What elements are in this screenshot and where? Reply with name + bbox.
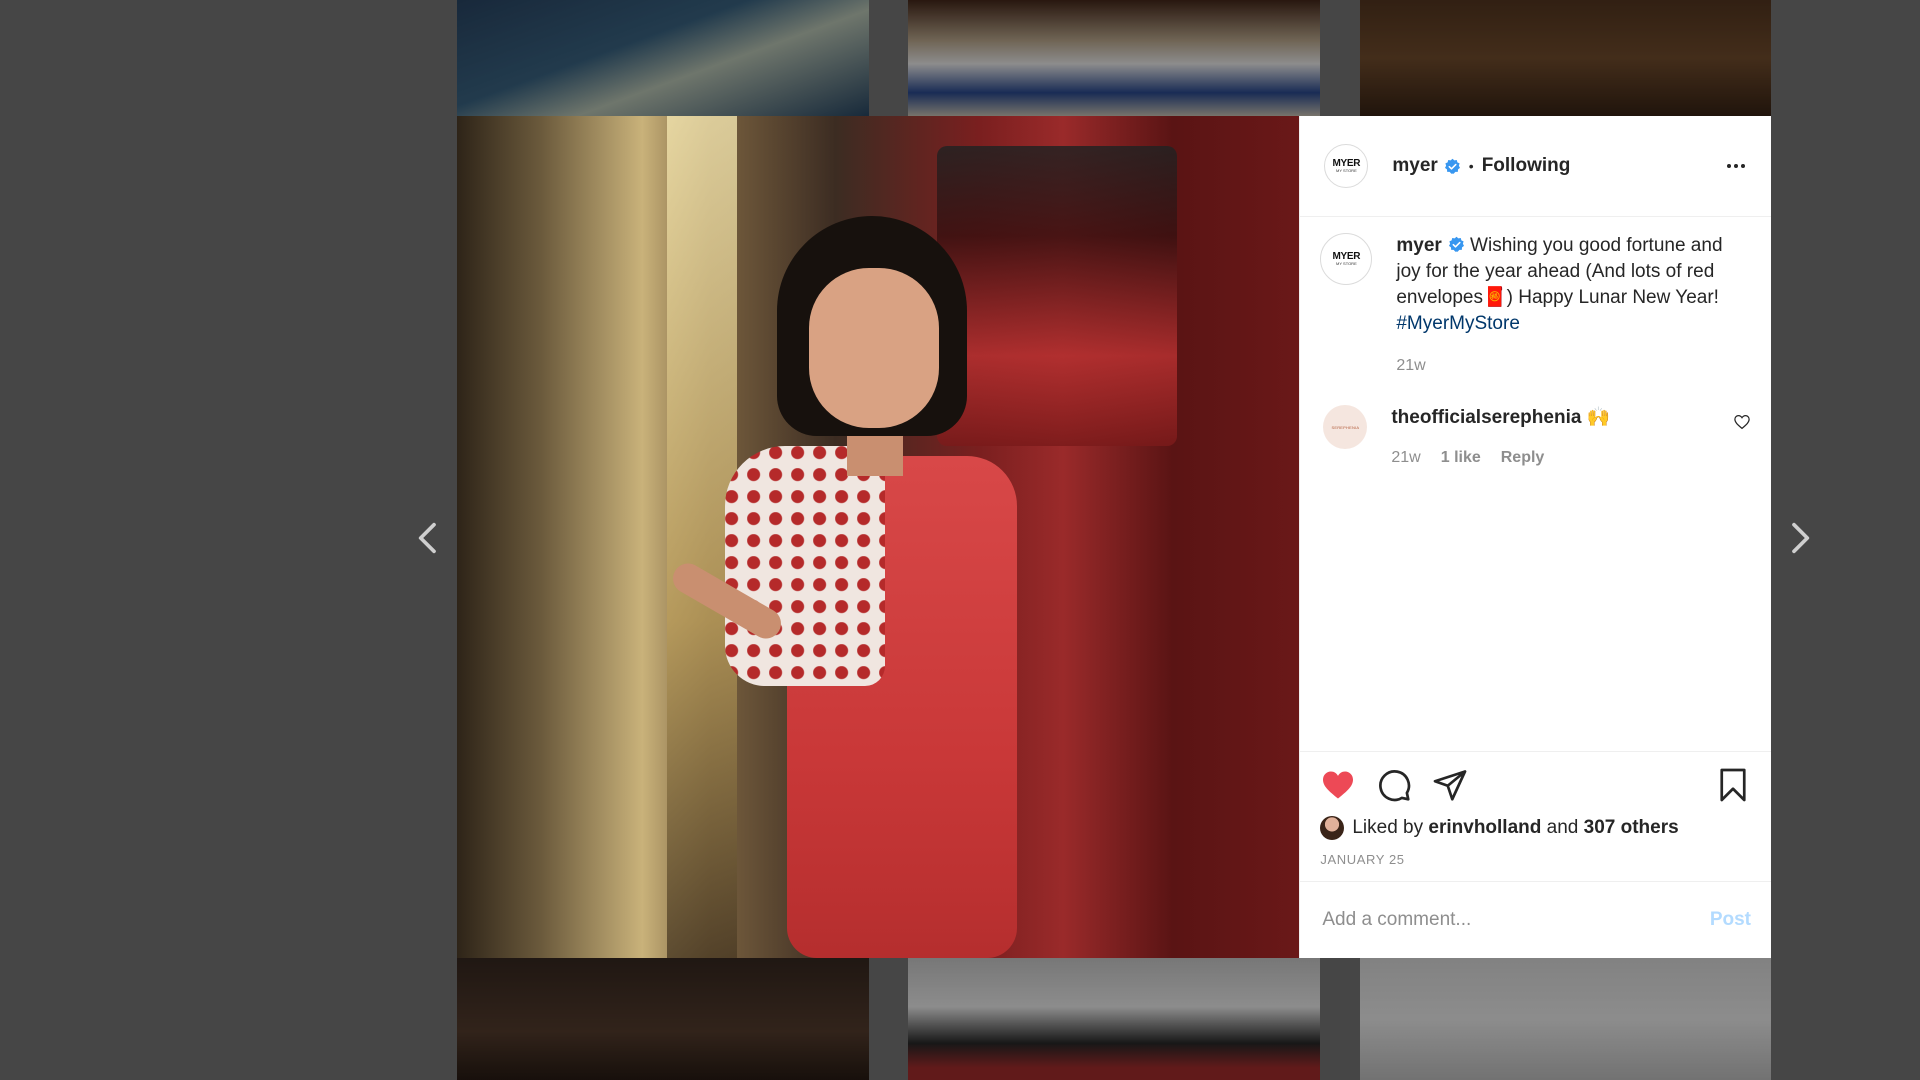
avatar-logo-text: MYER bbox=[1332, 158, 1361, 169]
commenter-avatar[interactable]: SEREPHENIA bbox=[1323, 405, 1368, 449]
photo-figure-face bbox=[809, 268, 939, 428]
caption: MYER MY STORE myer Wishing you good fort… bbox=[1320, 233, 1751, 379]
previous-post-arrow-icon[interactable] bbox=[409, 518, 449, 558]
post-date[interactable]: JANUARY 25 bbox=[1320, 852, 1751, 867]
background-post-tile[interactable] bbox=[457, 958, 869, 1080]
comment-like-heart-icon[interactable] bbox=[1733, 413, 1751, 431]
follow-separator: • bbox=[1468, 158, 1474, 174]
background-post-tile[interactable] bbox=[457, 0, 869, 116]
post-comment-button[interactable]: Post bbox=[1710, 909, 1751, 931]
comment-item: SEREPHENIA theofficialserephenia 🙌 21w 1… bbox=[1320, 405, 1751, 471]
commenter-username[interactable]: theofficialserephenia bbox=[1391, 407, 1581, 428]
likes-summary: Liked by erinvholland and 307 others bbox=[1320, 816, 1751, 840]
comment-body: theofficialserephenia 🙌 21w 1 like Reply bbox=[1391, 405, 1733, 471]
add-comment-bar: Post bbox=[1300, 881, 1771, 958]
caption-avatar[interactable]: MYER MY STORE bbox=[1320, 233, 1373, 285]
comment-text: theofficialserephenia 🙌 bbox=[1391, 405, 1733, 431]
background-post-tile[interactable] bbox=[908, 958, 1320, 1080]
caption-age[interactable]: 21w bbox=[1396, 353, 1425, 379]
liker-avatar[interactable] bbox=[1320, 816, 1345, 840]
caption-username[interactable]: myer bbox=[1396, 235, 1441, 256]
following-button[interactable]: Following bbox=[1482, 155, 1571, 177]
comment-meta: 21w 1 like Reply bbox=[1391, 445, 1733, 471]
red-envelope-emoji: 🧧 bbox=[1482, 287, 1507, 308]
liked-by-others[interactable]: 307 others bbox=[1584, 817, 1679, 839]
liked-by-user[interactable]: erinvholland bbox=[1428, 817, 1541, 839]
post-sidebar: MYER MY STORE myer • Following MYER MY S… bbox=[1299, 116, 1771, 958]
account-avatar[interactable]: MYER MY STORE bbox=[1324, 144, 1369, 188]
avatar-logo-text: MYER bbox=[1332, 251, 1361, 262]
caption-text: myer Wishing you good fortune and joy fo… bbox=[1396, 233, 1751, 337]
comment-like-count[interactable]: 1 like bbox=[1441, 445, 1481, 471]
liked-by-prefix: Liked by bbox=[1352, 817, 1429, 838]
hashtag-link[interactable]: #MyerMyStore bbox=[1396, 313, 1520, 334]
avatar-sub-text: MY STORE bbox=[1335, 261, 1357, 266]
post-actions: Liked by erinvholland and 307 others JAN… bbox=[1300, 751, 1771, 867]
photo-figure-sleeve bbox=[725, 446, 885, 686]
avatar-sub-text: MY STORE bbox=[1335, 168, 1357, 173]
post-modal: MYER MY STORE myer • Following MYER MY S… bbox=[457, 116, 1771, 958]
post-header: MYER MY STORE myer • Following bbox=[1300, 116, 1771, 217]
comment-age[interactable]: 21w bbox=[1391, 445, 1420, 471]
caption-body: myer Wishing you good fortune and joy fo… bbox=[1396, 233, 1751, 379]
next-post-arrow-icon[interactable] bbox=[1779, 518, 1819, 558]
background-post-tile[interactable] bbox=[1360, 0, 1771, 116]
comment-icon[interactable] bbox=[1376, 767, 1412, 803]
post-photo[interactable] bbox=[457, 116, 1300, 958]
share-icon[interactable] bbox=[1432, 767, 1468, 803]
commenter-avatar-text: SEREPHENIA bbox=[1331, 424, 1360, 430]
account-username[interactable]: myer bbox=[1392, 155, 1437, 177]
add-comment-input[interactable] bbox=[1320, 908, 1710, 932]
liked-by-and: and bbox=[1541, 817, 1584, 838]
action-icon-row bbox=[1320, 766, 1751, 804]
background-post-tile[interactable] bbox=[1360, 958, 1771, 1080]
verified-badge-icon bbox=[1444, 158, 1460, 174]
photo-clothing-rack bbox=[937, 146, 1177, 446]
background-post-tile[interactable] bbox=[908, 0, 1320, 116]
comments-section: MYER MY STORE myer Wishing you good fort… bbox=[1300, 217, 1771, 751]
comment-reply-button[interactable]: Reply bbox=[1501, 445, 1545, 471]
caption-meta: 21w bbox=[1396, 353, 1751, 379]
verified-badge-icon bbox=[1448, 236, 1464, 252]
bookmark-icon[interactable] bbox=[1715, 767, 1751, 803]
raising-hands-emoji: 🙌 bbox=[1586, 407, 1611, 428]
caption-text-part: ) Happy Lunar New Year! bbox=[1506, 287, 1719, 308]
more-options-icon[interactable] bbox=[1721, 154, 1751, 178]
like-heart-icon[interactable] bbox=[1320, 767, 1356, 803]
